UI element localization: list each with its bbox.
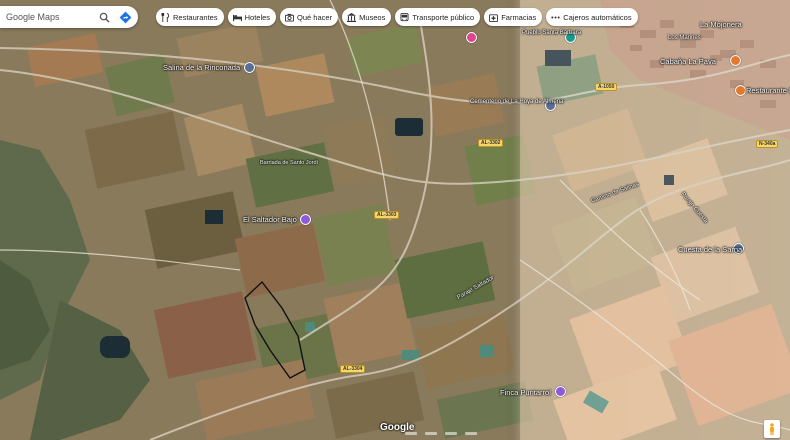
- chip-restaurants[interactable]: Restaurantes: [156, 8, 224, 26]
- place-label[interactable]: Barriada de Santo Jordi: [260, 160, 318, 166]
- place-label[interactable]: El Saltador Bajo: [243, 215, 297, 224]
- place-label[interactable]: Restaurante El Pa: [746, 86, 790, 95]
- place-label[interactable]: Cabaña La Pava: [660, 57, 716, 66]
- fork-knife-icon: [161, 12, 170, 22]
- place-marker-shopping-icon[interactable]: [466, 32, 477, 43]
- credit-line[interactable]: [425, 432, 437, 435]
- map-credits[interactable]: [405, 432, 477, 440]
- satellite-map[interactable]: [0, 0, 790, 440]
- place-label[interactable]: Pueblo Santa Bárbara: [522, 30, 581, 36]
- chip-public-transport[interactable]: Transporte público: [395, 8, 481, 26]
- place-marker-food-icon[interactable]: [735, 85, 746, 96]
- search-input[interactable]: Google Maps: [6, 12, 96, 22]
- place-label[interactable]: La Mojonera: [700, 20, 742, 29]
- search-icon[interactable]: [96, 9, 112, 25]
- search-box[interactable]: Google Maps: [0, 6, 138, 28]
- place-label[interactable]: Los Marines: [668, 35, 701, 41]
- chip-label: Qué hacer: [297, 12, 333, 22]
- chip-atms[interactable]: Cajeros automáticos: [546, 8, 638, 26]
- bed-icon: [232, 13, 242, 22]
- place-marker-attraction-icon[interactable]: [300, 214, 311, 225]
- chip-label: Museos: [359, 12, 386, 22]
- credit-line[interactable]: [405, 432, 417, 435]
- road-badge: AL-3302: [478, 139, 504, 147]
- chip-label: Transporte público: [412, 12, 475, 22]
- place-label[interactable]: Cuesta de la Sarna: [678, 245, 742, 254]
- road-badge: AL-3303: [374, 211, 400, 219]
- chip-pharmacies[interactable]: Farmacias: [484, 8, 543, 26]
- road-badge: A-1050: [595, 83, 618, 91]
- place-marker-landmark-icon[interactable]: [244, 62, 255, 73]
- bus-icon: [400, 12, 409, 22]
- credit-line[interactable]: [445, 432, 457, 435]
- place-marker-attraction-icon[interactable]: [555, 386, 566, 397]
- pharmacy-icon: [489, 13, 499, 22]
- road-badge: AL-3304: [340, 365, 366, 373]
- chip-label: Restaurantes: [173, 12, 218, 22]
- museum-icon: [347, 12, 357, 22]
- place-marker-food-icon[interactable]: [730, 55, 741, 66]
- camera-icon: [285, 13, 295, 22]
- chip-label: Cajeros automáticos: [563, 12, 632, 22]
- road-badge: N-340a: [756, 140, 779, 148]
- chip-hotels[interactable]: Hoteles: [227, 8, 277, 26]
- chip-label: Hoteles: [244, 12, 271, 22]
- more-icon: [551, 13, 560, 22]
- category-chips: Restaurantes Hoteles Qué hacer Museos Tr…: [156, 8, 638, 26]
- chip-museums[interactable]: Museos: [342, 8, 392, 26]
- chip-label: Farmacias: [501, 12, 537, 22]
- credit-line[interactable]: [465, 432, 477, 435]
- place-label[interactable]: Finca Puntarrol: [500, 388, 551, 397]
- directions-icon[interactable]: [117, 9, 133, 25]
- pegman-icon[interactable]: [764, 420, 780, 438]
- place-label[interactable]: Salina de la Rinconada: [163, 63, 240, 72]
- place-label[interactable]: Cementerio de La Hoya de Almeria: [470, 99, 563, 105]
- chip-things-to-do[interactable]: Qué hacer: [280, 8, 339, 26]
